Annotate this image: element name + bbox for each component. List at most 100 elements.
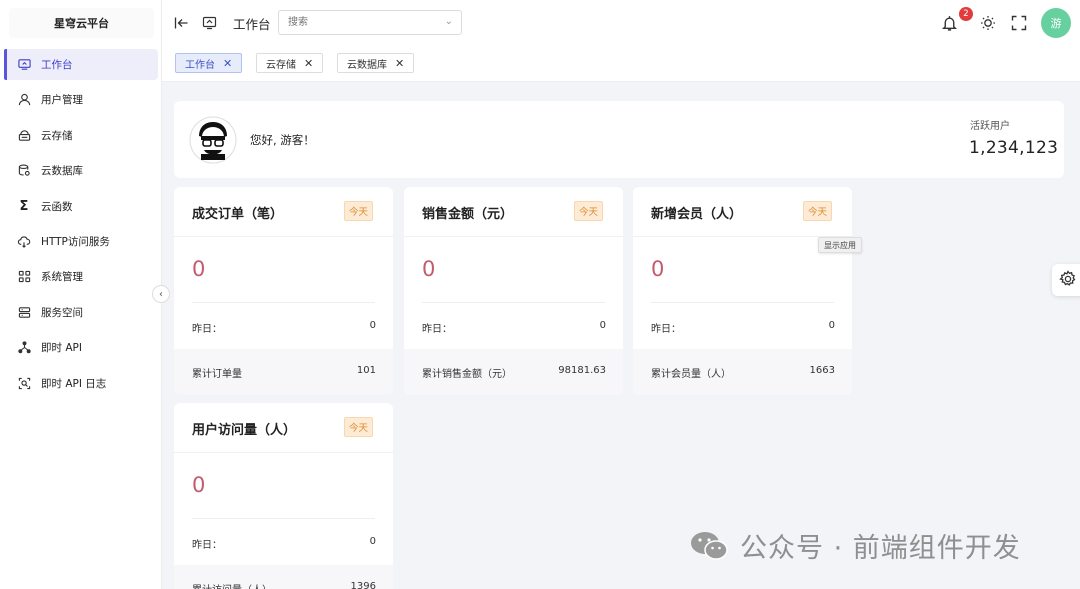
- today-tag: 今天: [344, 417, 374, 437]
- yesterday-label: 昨日：: [192, 324, 222, 335]
- total-label: 累计会员量（人）: [651, 369, 731, 380]
- avatar[interactable]: 游: [1041, 8, 1071, 38]
- yesterday-value: 0: [828, 320, 835, 331]
- tab-cloud-storage[interactable]: 云存储 ✕: [256, 53, 324, 73]
- total-label: 累计访问量（人）: [192, 581, 272, 589]
- yesterday-label: 昨日：: [422, 324, 452, 335]
- sidebar-item-functions[interactable]: Σ 云函数: [4, 191, 158, 222]
- welcome-card: 您好, 游客！ 活跃用户 1,234,123: [174, 101, 1064, 178]
- search-box[interactable]: ⌄: [278, 10, 462, 35]
- notification-badge: 2: [959, 7, 973, 21]
- sidebar-item-instant-api[interactable]: 即时 API: [4, 332, 158, 363]
- card-value: 0: [192, 473, 206, 497]
- card-footer: 累计会员量（人） 1663: [633, 349, 852, 395]
- divider: [192, 518, 375, 519]
- sidebar-item-label: 云数据库: [41, 165, 83, 178]
- close-icon[interactable]: ✕: [395, 57, 404, 70]
- card-title: 用户访问量（人）: [192, 423, 297, 438]
- app-logo[interactable]: 星穹云平台: [9, 8, 154, 38]
- card-footer: 累计访问量（人） 1396: [174, 565, 393, 589]
- card-title: 销售金额（元）: [422, 207, 514, 222]
- wechat-icon: [691, 531, 728, 560]
- tab-cloud-database[interactable]: 云数据库 ✕: [337, 53, 415, 73]
- user-icon: [17, 93, 31, 107]
- tab-dashboard[interactable]: 工作台 ✕: [175, 53, 243, 73]
- card-title: 成交订单（笔）: [192, 207, 284, 222]
- tab-label: 云存储: [266, 59, 296, 71]
- tab-label: 工作台: [185, 59, 215, 71]
- divider: [422, 302, 605, 303]
- card-footer: 累计销售金额（元） 98181.63: [404, 349, 623, 395]
- sidebar-item-label: 云存储: [41, 129, 73, 142]
- sidebar-item-service-space[interactable]: 服务空间: [4, 297, 158, 328]
- breadcrumb: 工作台: [233, 17, 271, 32]
- divider: [192, 302, 375, 303]
- search-input[interactable]: [279, 11, 429, 34]
- divider: [651, 302, 834, 303]
- dashboard-icon: [200, 14, 218, 32]
- active-users-label: 活跃用户: [970, 121, 1010, 132]
- watermark: 公众号 · 前端组件开发: [690, 526, 1021, 565]
- collapse-menu-icon[interactable]: [172, 14, 190, 32]
- chevron-left-icon[interactable]: ‹: [152, 285, 170, 303]
- tooltip: 显示应用: [818, 237, 862, 253]
- greeting-text: 您好, 游客！: [250, 133, 315, 147]
- sidebar-item-system[interactable]: 系统管理: [4, 261, 158, 292]
- active-users-value: 1,234,123: [969, 138, 1059, 158]
- yesterday-value: 0: [369, 320, 376, 331]
- sidebar-item-label: 即时 API 日志: [41, 377, 107, 390]
- stat-card-sales: 销售金额（元） 今天 0 昨日： 0 累计销售金额（元） 98181.63: [404, 187, 623, 395]
- sun-icon[interactable]: [979, 14, 997, 32]
- total-label: 累计订单量: [192, 369, 242, 380]
- sidebar-item-instant-api-log[interactable]: 即时 API 日志: [4, 368, 158, 399]
- log-search-icon: [17, 376, 31, 390]
- sidebar-item-label: 即时 API: [41, 342, 82, 355]
- card-title: 新增会员（人）: [651, 207, 743, 222]
- sidebar-item-label: 云函数: [41, 200, 73, 213]
- yesterday-value: 0: [369, 536, 376, 547]
- close-icon[interactable]: ✕: [223, 57, 232, 70]
- today-tag: 今天: [803, 201, 833, 221]
- topbar: 工作台 ⌄ 2 游: [162, 0, 1080, 46]
- close-icon[interactable]: ✕: [304, 57, 313, 70]
- sidebar-item-database[interactable]: 云数据库: [4, 155, 158, 186]
- card-footer: 累计订单量 101: [174, 349, 393, 395]
- sidebar-item-cloud-storage[interactable]: 云存储: [4, 120, 158, 151]
- settings-button[interactable]: [1052, 264, 1080, 296]
- stat-card-orders: 成交订单（笔） 今天 0 昨日： 0 累计订单量 101: [174, 187, 393, 395]
- total-label: 累计销售金额（元）: [422, 369, 512, 380]
- stat-card-visits: 用户访问量（人） 今天 0 昨日： 0 累计访问量（人） 1396: [174, 403, 393, 589]
- sidebar-item-users[interactable]: 用户管理: [4, 84, 158, 115]
- today-tag: 今天: [344, 201, 374, 221]
- user-avatar-illustration: [189, 116, 237, 164]
- card-value: 0: [192, 257, 206, 281]
- card-value: 0: [422, 257, 436, 281]
- fullscreen-icon[interactable]: [1010, 14, 1028, 32]
- database-icon: [17, 164, 31, 178]
- tab-label: 云数据库: [347, 59, 387, 71]
- sidebar-item-label: 工作台: [41, 59, 73, 71]
- dashboard-icon: [17, 58, 31, 72]
- divider: [404, 236, 623, 237]
- total-value: 1663: [809, 365, 835, 376]
- sigma-icon: Σ: [19, 198, 29, 214]
- yesterday-label: 昨日：: [651, 324, 681, 335]
- total-value: 98181.63: [558, 365, 606, 376]
- divider: [174, 236, 393, 237]
- card-value: 0: [651, 257, 665, 281]
- bell-icon[interactable]: [940, 14, 958, 32]
- today-tag: 今天: [574, 201, 604, 221]
- sidebar-menu: 工作台 用户管理 云存储 云数据库 Σ 云函数 HTTP访问服务 系统管理 服务: [4, 49, 158, 403]
- sidebar: 星穹云平台 工作台 用户管理 云存储 云数据库 Σ 云函数 HTTP访问服务 系…: [0, 0, 162, 589]
- gear-icon: [1059, 269, 1077, 291]
- total-value: 1396: [350, 581, 376, 589]
- total-value: 101: [356, 365, 376, 376]
- sidebar-item-dashboard[interactable]: 工作台: [4, 49, 158, 80]
- sidebar-item-label: 服务空间: [41, 306, 83, 319]
- grid-icon: [17, 270, 31, 284]
- sidebar-item-http[interactable]: HTTP访问服务: [4, 226, 158, 257]
- cloud-http-icon: [17, 234, 31, 248]
- cloud-storage-icon: [17, 128, 31, 142]
- chevron-down-icon[interactable]: ⌄: [445, 16, 453, 27]
- server-icon: [17, 305, 31, 319]
